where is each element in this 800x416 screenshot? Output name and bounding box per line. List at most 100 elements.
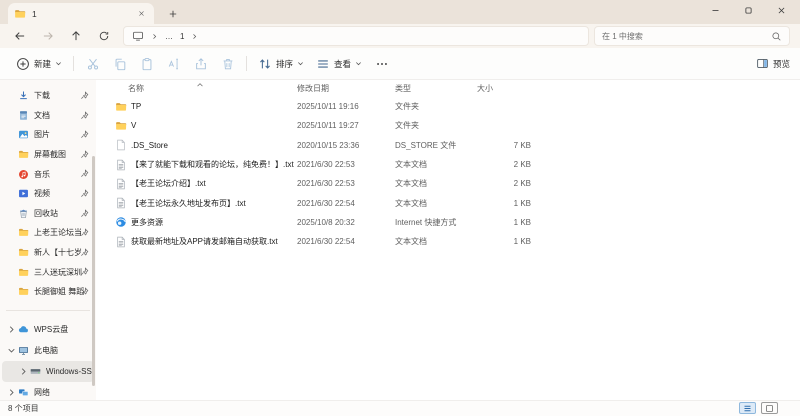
pin-icon xyxy=(80,287,89,296)
text-file-icon xyxy=(115,197,127,209)
sidebar-item-6[interactable]: 视频 xyxy=(2,184,94,204)
pin-icon xyxy=(80,208,89,218)
refresh-button[interactable] xyxy=(90,26,118,46)
large-icons-view-button[interactable] xyxy=(761,402,778,414)
chevron-right-icon[interactable] xyxy=(7,388,16,397)
file-name: 【老王论坛介绍】.txt xyxy=(131,179,206,189)
sidebar-item-9[interactable]: 新人【十七岁 xyxy=(2,243,94,263)
file-name-cell: 获取最新地址及APP请发邮箱自动获取.txt xyxy=(96,236,297,248)
forward-button[interactable] xyxy=(34,26,62,46)
sidebar-item-7[interactable]: 回收站 xyxy=(2,204,94,224)
details-view-button[interactable] xyxy=(739,402,756,414)
close-button[interactable] xyxy=(765,0,798,20)
rename-button[interactable] xyxy=(160,52,187,76)
tree-item-1[interactable]: WPS云盘 xyxy=(2,319,94,340)
preview-pane-icon xyxy=(756,57,769,70)
pin-icon xyxy=(80,169,89,178)
sidebar-item-3[interactable]: 图片 xyxy=(2,125,94,145)
file-size: 2 KB xyxy=(513,179,531,189)
tab-bar: 1 xyxy=(0,0,800,24)
breadcrumb-segment[interactable]: 1 xyxy=(180,32,184,41)
file-type: 文本文档 xyxy=(395,179,427,189)
pin-icon xyxy=(80,150,89,159)
sidebar-item-1[interactable]: 下载 xyxy=(2,86,94,106)
tree-item-3[interactable]: Windows-SSD xyxy=(2,360,94,382)
pin-icon xyxy=(80,267,89,276)
column-header-2[interactable]: 修改日期 xyxy=(297,83,395,94)
file-row-4[interactable]: 【来了就能下载和观看的论坛，纯免费！】.txt 2021/6/30 22:53 文本… xyxy=(96,155,800,174)
tab-folder-1[interactable]: 1 xyxy=(8,3,154,24)
view-button-label: 查看 xyxy=(334,58,352,69)
chevron-right-icon[interactable] xyxy=(19,367,28,376)
file-name: V xyxy=(131,121,137,131)
tab-title: 1 xyxy=(32,8,37,19)
file-date: 2021/6/30 22:54 xyxy=(297,198,355,208)
search-input[interactable] xyxy=(602,31,771,41)
this-pc-icon[interactable] xyxy=(132,30,144,42)
search-box[interactable] xyxy=(594,26,790,46)
copy-button[interactable] xyxy=(106,52,133,76)
chevron-down-icon[interactable] xyxy=(7,346,16,355)
file-row-3[interactable]: .DS_Store 2020/10/15 23:36 DS_STORE 文件 7 KB xyxy=(96,136,800,155)
tree-item-label: 网络 xyxy=(34,387,50,397)
command-bar: 新建 排序 查看 预览 xyxy=(0,48,800,80)
folder-icon xyxy=(18,227,29,238)
minimize-button[interactable] xyxy=(699,0,732,20)
sidebar-item-10[interactable]: 三人迷玩深圳 xyxy=(2,262,94,282)
folder-icon xyxy=(14,8,26,20)
chevron-right-icon[interactable] xyxy=(7,325,16,334)
sort-button[interactable]: 排序 xyxy=(252,52,310,76)
toolbar-separator xyxy=(73,56,75,71)
file-row-5[interactable]: 【老王论坛介绍】.txt 2021/6/30 22:53 文本文档 2 KB xyxy=(96,174,800,193)
maximize-button[interactable] xyxy=(732,0,765,20)
share-button[interactable] xyxy=(187,52,214,76)
music-icon xyxy=(18,169,29,180)
back-button[interactable] xyxy=(6,26,34,46)
pin-icon xyxy=(80,91,89,100)
file-row-1[interactable]: TP 2025/10/11 19:16 文件夹 xyxy=(96,97,800,116)
paste-button[interactable] xyxy=(133,52,160,76)
column-header-4[interactable]: 大小 xyxy=(477,83,535,94)
file-row-7[interactable]: 更多资源 2025/10/8 20:32 Internet 快捷方式 1 KB xyxy=(96,213,800,232)
file-row-2[interactable]: V 2025/10/11 19:27 文件夹 xyxy=(96,116,800,135)
file-name-cell: 更多资源 xyxy=(96,216,297,228)
sidebar-item-11[interactable]: 长腿御姐 舞蹈 xyxy=(2,282,94,302)
sidebar-item-4[interactable]: 屏幕截图 xyxy=(2,145,94,165)
breadcrumb-ellipsis[interactable]: … xyxy=(165,32,173,41)
cut-button[interactable] xyxy=(79,52,106,76)
chevron-down-icon xyxy=(355,60,362,67)
file-name: 获取最新地址及APP请发邮箱自动获取.txt xyxy=(131,237,278,247)
file-name-cell: 【老王论坛介绍】.txt xyxy=(96,178,297,190)
recycle-bin-icon xyxy=(18,208,29,219)
file-row-6[interactable]: 【老王论坛永久地址发布页】.txt 2021/6/30 22:54 文本文档 1 KB xyxy=(96,193,800,212)
sidebar-item-5[interactable]: 音乐 xyxy=(2,164,94,184)
file-name-cell: .DS_Store xyxy=(96,139,297,151)
new-tab-button[interactable] xyxy=(162,3,184,24)
sidebar-item-8[interactable]: 上老王论坛当 xyxy=(2,223,94,243)
blank-file-icon xyxy=(115,139,127,151)
tree-item-label: Windows-SSD xyxy=(46,366,94,376)
new-button[interactable]: 新建 xyxy=(10,52,68,76)
downloads-icon xyxy=(18,90,29,101)
file-type: 文本文档 xyxy=(395,160,427,170)
tab-close-icon[interactable] xyxy=(134,7,148,21)
sidebar-item-2[interactable]: 文档 xyxy=(2,106,94,126)
file-name-cell: 【老王论坛永久地址发布页】.txt xyxy=(96,197,297,209)
column-header-3[interactable]: 类型 xyxy=(395,83,477,94)
folder-icon xyxy=(18,286,29,297)
sidebar-divider xyxy=(6,309,90,311)
address-bar[interactable]: … 1 xyxy=(123,26,589,46)
more-options-button[interactable] xyxy=(368,52,395,76)
up-button[interactable] xyxy=(62,26,90,46)
items-count: 8 个项目 xyxy=(8,404,39,413)
file-row-8[interactable]: 获取最新地址及APP请发邮箱自动获取.txt 2021/6/30 22:54 文本文… xyxy=(96,232,800,251)
preview-button[interactable]: 预览 xyxy=(756,57,790,70)
file-name: 【老王论坛永久地址发布页】.txt xyxy=(131,198,246,208)
delete-button[interactable] xyxy=(214,52,241,76)
tree-item-2[interactable]: 此电脑 xyxy=(2,340,94,361)
preview-button-label: 预览 xyxy=(772,58,790,69)
sidebar-scrollbar[interactable] xyxy=(92,156,95,386)
view-button[interactable]: 查看 xyxy=(310,52,368,76)
file-name-cell: 【来了就能下载和观看的论坛，纯免费！】.txt xyxy=(96,159,297,171)
plus-icon xyxy=(168,9,178,19)
